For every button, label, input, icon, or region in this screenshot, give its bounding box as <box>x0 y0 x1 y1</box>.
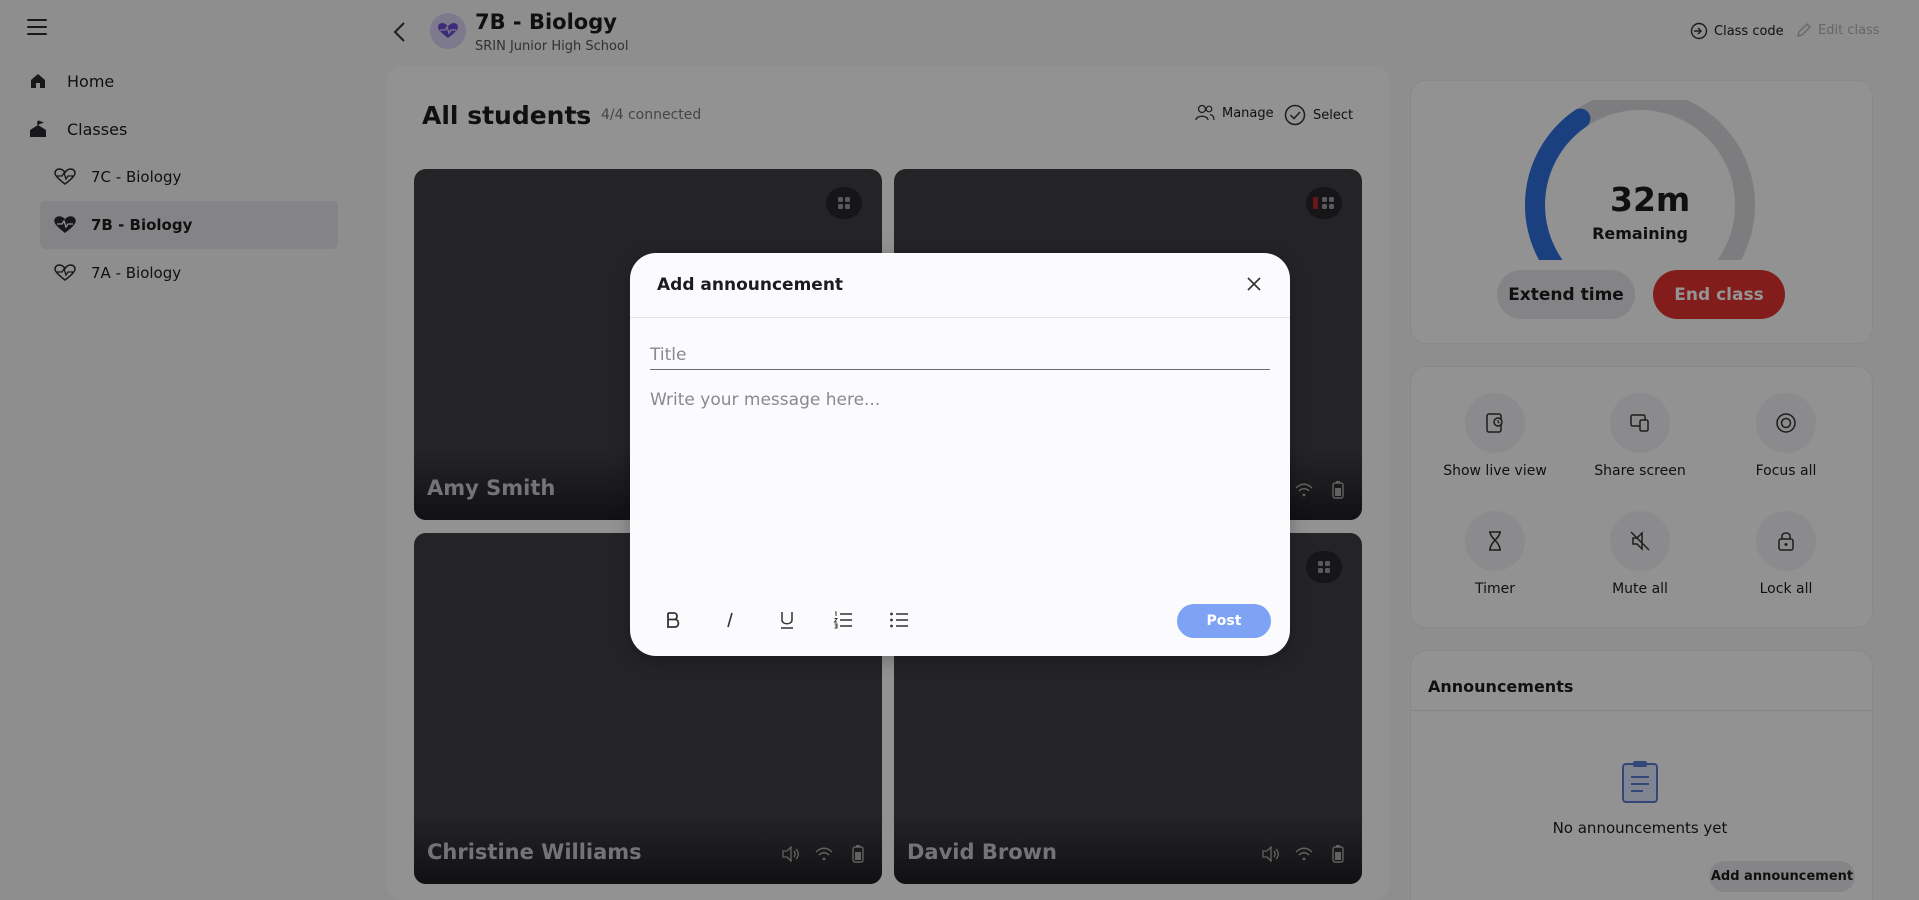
underline-button[interactable] <box>775 608 799 632</box>
bold-button[interactable] <box>661 608 685 632</box>
ordered-list-button[interactable] <box>831 608 855 632</box>
bullet-list-icon <box>890 612 908 628</box>
ordered-list-icon <box>833 611 852 629</box>
italic-icon <box>727 612 733 628</box>
add-announcement-dialog: Add announcement Post <box>630 253 1290 656</box>
bullet-list-button[interactable] <box>887 608 911 632</box>
title-input[interactable] <box>650 340 1270 370</box>
close-button[interactable] <box>1244 274 1264 294</box>
italic-button[interactable] <box>718 608 742 632</box>
bold-icon <box>667 612 680 628</box>
close-icon <box>1247 277 1261 291</box>
message-input[interactable] <box>650 390 1270 570</box>
underline-icon <box>781 612 793 629</box>
dialog-title: Add announcement <box>657 275 844 295</box>
post-button[interactable]: Post <box>1177 604 1271 638</box>
